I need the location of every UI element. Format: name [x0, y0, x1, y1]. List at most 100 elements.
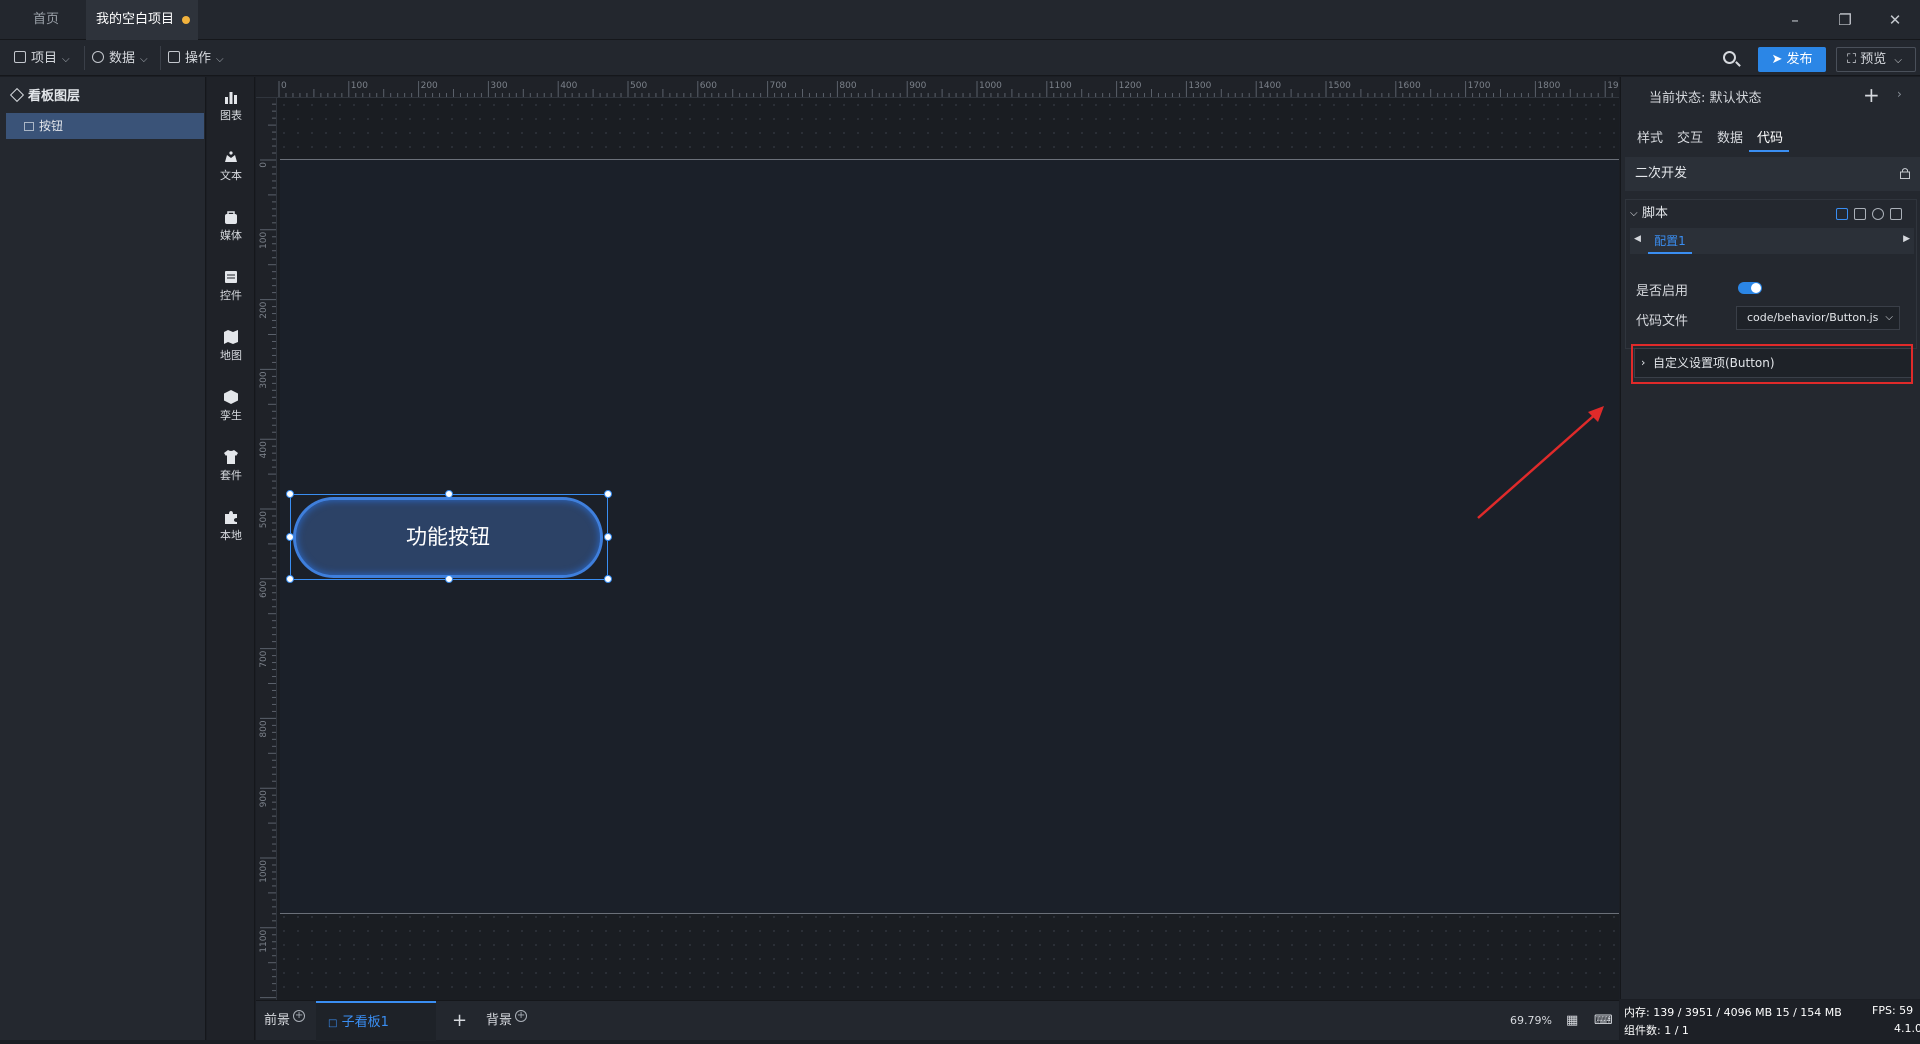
tool-widget[interactable]: 控件 [207, 269, 255, 303]
tab-foreground[interactable]: 前景 + [264, 1001, 306, 1041]
ruler-label: 1000 [259, 860, 269, 883]
ruler-label: 1000 [979, 81, 1002, 91]
resize-handle[interactable] [604, 533, 612, 541]
tab-style[interactable]: 样式 [1637, 127, 1663, 146]
tab-background[interactable]: 背景 + [486, 1001, 528, 1041]
table-view-icon[interactable] [1836, 208, 1848, 220]
fps-status: FPS: 59 [1872, 1004, 1914, 1017]
tool-kit[interactable]: 套件 [207, 449, 255, 483]
ruler-label: 0 [281, 81, 287, 91]
tool-media[interactable]: 媒体 [207, 209, 255, 243]
ruler-label: 100 [351, 81, 368, 91]
minimize-icon[interactable]: – [1780, 8, 1810, 32]
code-file-value: code/behavior/Button.js [1747, 311, 1879, 324]
fit-screen-icon[interactable]: ▦ [1566, 1001, 1578, 1041]
tab-home[interactable]: 首页 [16, 0, 76, 40]
tab-code[interactable]: 代码 [1757, 127, 1783, 146]
resize-handle[interactable] [445, 575, 453, 583]
layers-title: 看板图层 [28, 89, 81, 104]
tab-data[interactable]: 数据 [1717, 127, 1743, 146]
tab-project[interactable]: 我的空白项目 [86, 0, 198, 40]
ruler-vertical-ticks: 0 100 200 300 400 500 600 700 800 900 1000 1100 [259, 103, 276, 999]
menu-data[interactable]: 数据 ⌵ [92, 48, 148, 70]
add-board-button[interactable]: + [452, 1001, 467, 1041]
selection-box[interactable] [290, 494, 608, 580]
tab-project-label: 我的空白项目 [96, 12, 175, 27]
close-icon[interactable]: ✕ [1880, 8, 1910, 32]
config-tab-1[interactable]: 配置1 [1648, 228, 1692, 254]
chevron-right-icon[interactable]: ▶ [1903, 234, 1910, 244]
restore-icon[interactable]: ❐ [1830, 8, 1860, 32]
code-file-select[interactable]: code/behavior/Button.js ⌵ [1736, 306, 1900, 330]
tool-chart-label: 图表 [220, 109, 242, 122]
publish-button[interactable]: ➤ 发布 [1758, 47, 1826, 72]
ruler-label: 1100 [1049, 81, 1072, 91]
script-panel: ⌵ 脚本 ◀ 配置1 ▶ 是否启用 代码文件 code/behavior/But… [1625, 199, 1917, 349]
add-circle-icon[interactable]: + [515, 1010, 528, 1022]
tool-local[interactable]: 本地 [207, 509, 255, 543]
preview-button[interactable]: ⛶ 预览 ⌵ [1836, 47, 1916, 72]
tool-chart[interactable]: 图表 [207, 89, 255, 123]
tool-text-label: 文本 [220, 169, 242, 182]
resize-handle[interactable] [604, 490, 612, 498]
grid-icon [168, 51, 180, 63]
layer-item-button[interactable]: 按钮 [6, 113, 204, 139]
enable-toggle[interactable] [1738, 282, 1762, 294]
ruler-label: 800 [259, 720, 269, 737]
ruler-label: 1700 [1468, 81, 1491, 91]
menu-bar: 项目 ⌵ 数据 ⌵ 操作 ⌵ [0, 40, 1920, 76]
tool-twin[interactable]: 孪生 [207, 389, 255, 423]
resize-handle[interactable] [286, 533, 294, 541]
config-tabs: ◀ 配置1 ▶ [1630, 228, 1914, 254]
ruler-label: 1500 [1328, 81, 1351, 91]
search-icon[interactable] [1720, 48, 1742, 70]
component-toolbox: 图表 文本 媒体 控件 地图 孪生 套件 本地 [207, 77, 255, 1040]
section-secondary-dev[interactable]: 二次开发 [1625, 157, 1920, 191]
current-state-label: 当前状态: 默认状态 [1649, 91, 1762, 106]
shirt-icon [224, 450, 238, 464]
chevron-down-icon: ⌵ [216, 54, 224, 65]
properties-panel: 当前状态: 默认状态 + › 样式 交互 数据 代码 二次开发 ⌵ 脚本 ◀ 配… [1620, 77, 1920, 999]
layout-icon[interactable] [1854, 208, 1866, 220]
ruler-label: 1100 [259, 930, 269, 953]
chevron-right-icon[interactable]: › [1897, 87, 1902, 101]
ruler-label: 800 [839, 81, 856, 91]
add-state-button[interactable]: + [1863, 83, 1880, 107]
ruler-label: 0 [259, 162, 269, 168]
ruler-label: 600 [259, 581, 269, 598]
chart-icon [225, 92, 237, 104]
resize-handle[interactable] [286, 490, 294, 498]
resize-handle[interactable] [286, 575, 294, 583]
menu-project[interactable]: 项目 ⌵ [14, 48, 70, 70]
preview-label: 预览 [1860, 52, 1887, 67]
tool-media-label: 媒体 [220, 229, 242, 242]
title-bar: 首页 我的空白项目 – ❐ ✕ [0, 0, 1920, 40]
ruler-label: 400 [259, 441, 269, 458]
add-circle-icon[interactable]: + [293, 1010, 306, 1022]
ruler-label: 300 [490, 81, 507, 91]
tab-interaction[interactable]: 交互 [1677, 127, 1703, 146]
script-title: 脚本 [1642, 206, 1669, 221]
ruler-label: 500 [630, 81, 647, 91]
tool-map[interactable]: 地图 [207, 329, 255, 363]
add-circle-icon[interactable] [1872, 208, 1884, 220]
status-bar: 内存: 139 / 3951 / 4096 MB 15 / 154 MB FPS… [1620, 1000, 1920, 1040]
chevron-down-icon: ⌵ [62, 54, 70, 65]
chevron-left-icon[interactable]: ◀ [1634, 234, 1641, 244]
resize-handle[interactable] [604, 575, 612, 583]
active-tab-indicator [1749, 150, 1789, 152]
ruler-label: 700 [770, 81, 787, 91]
trash-icon[interactable] [1890, 208, 1902, 220]
tab-subboard[interactable]: □ 子看板1 [316, 1001, 436, 1041]
menu-operations[interactable]: 操作 ⌵ [168, 48, 224, 70]
resize-handle[interactable] [445, 490, 453, 498]
keyboard-icon[interactable]: ⌨ [1594, 1001, 1613, 1041]
ruler-label: 1300 [1188, 81, 1211, 91]
chevron-down-icon: ⌵ [1894, 55, 1902, 66]
lock-icon[interactable] [1899, 167, 1911, 179]
component-count: 组件数: 1 / 1 [1624, 1024, 1689, 1037]
tool-text[interactable]: 文本 [207, 149, 255, 183]
tool-local-label: 本地 [220, 529, 242, 542]
zoom-level[interactable]: 69.79% [1510, 1001, 1552, 1041]
ruler-label: 400 [560, 81, 577, 91]
